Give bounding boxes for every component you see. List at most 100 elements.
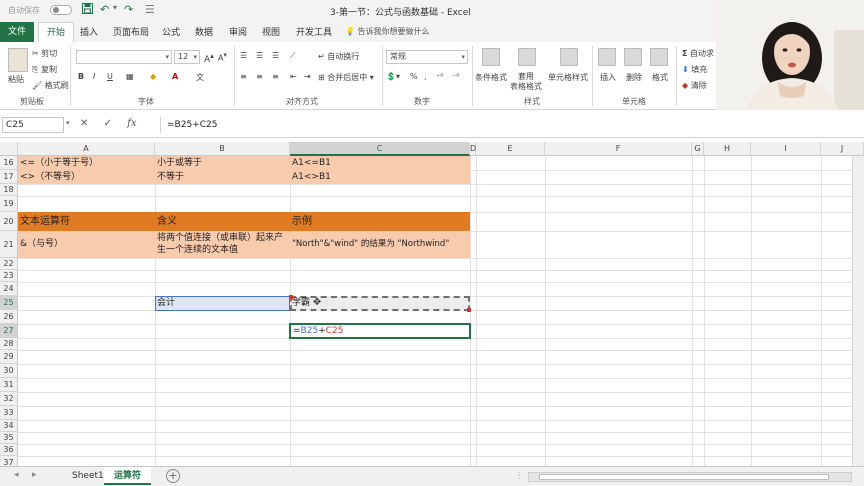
- number-format-combo[interactable]: 常规 ▾: [386, 50, 468, 64]
- phonetic-icon[interactable]: 文: [196, 72, 204, 83]
- format-table-icon[interactable]: [518, 48, 536, 66]
- undo-dropdown-icon[interactable]: ▾: [113, 3, 117, 12]
- align-center-icon[interactable]: ≡: [256, 72, 263, 81]
- increase-decimal-icon[interactable]: ⁺⁰: [436, 72, 443, 81]
- row-header-23[interactable]: 23: [0, 270, 18, 282]
- format-cells-icon[interactable]: [650, 48, 668, 66]
- column-header-c[interactable]: C: [290, 142, 470, 156]
- cell-c25[interactable]: 学霸 ✥: [290, 296, 470, 310]
- fill-button[interactable]: ⬇ 填充: [682, 64, 707, 75]
- tab-insert[interactable]: 插入: [80, 25, 98, 38]
- bold-button[interactable]: B: [78, 72, 84, 81]
- name-box-dropdown-icon[interactable]: ▾: [66, 119, 70, 127]
- percent-button[interactable]: %: [410, 72, 418, 81]
- worksheet-grid[interactable]: A B C D E F G H I J 16 17 18 19 20 21 22…: [0, 142, 864, 470]
- row-header-16[interactable]: 16: [0, 156, 18, 170]
- tab-developer[interactable]: 开发工具: [296, 25, 332, 38]
- align-right-icon[interactable]: ≡: [272, 72, 279, 81]
- align-middle-icon[interactable]: ☰: [256, 51, 263, 60]
- column-header-j[interactable]: J: [821, 142, 864, 156]
- indent-icon[interactable]: ⇤: [290, 72, 297, 81]
- row-header-25[interactable]: 25: [0, 296, 18, 310]
- comma-button[interactable]: ,: [424, 72, 427, 81]
- row-header-33[interactable]: 33: [0, 406, 18, 420]
- fill-color-icon[interactable]: ◆: [150, 72, 156, 81]
- font-name-combo[interactable]: ▾: [76, 50, 172, 64]
- enter-icon[interactable]: ✓: [104, 118, 112, 129]
- column-header-e[interactable]: E: [476, 142, 545, 156]
- cell-a20[interactable]: 文本运算符: [18, 212, 155, 231]
- decrease-decimal-icon[interactable]: ⁻⁰: [452, 72, 459, 81]
- clear-button[interactable]: ◆ 清除: [682, 80, 707, 91]
- column-header-b[interactable]: B: [155, 142, 290, 156]
- cell-b21[interactable]: 将两个值连接（或串联）起来产生一个连续的文本值: [155, 231, 290, 258]
- conditional-format-button[interactable]: 条件格式: [475, 72, 507, 83]
- row-header-21[interactable]: 21: [0, 231, 18, 258]
- cell-c17[interactable]: A1<>B1: [290, 170, 470, 184]
- name-box[interactable]: C25: [2, 117, 64, 133]
- column-header-a[interactable]: A: [18, 142, 155, 156]
- tab-formulas[interactable]: 公式: [162, 25, 180, 38]
- font-size-combo[interactable]: 12 ▾: [174, 50, 200, 64]
- redo-icon[interactable]: ↷: [124, 3, 133, 16]
- grow-font-icon[interactable]: A▴: [204, 51, 214, 65]
- italic-button[interactable]: I: [93, 72, 95, 81]
- row-header-30[interactable]: 30: [0, 364, 18, 378]
- merge-center-button[interactable]: ⊞ 合并后居中 ▾: [318, 72, 374, 83]
- cancel-icon[interactable]: ✕: [80, 118, 88, 129]
- tab-review[interactable]: 审阅: [229, 25, 247, 38]
- select-all-corner[interactable]: [0, 142, 18, 156]
- row-header-27[interactable]: 27: [0, 324, 18, 338]
- cell-styles-button[interactable]: 单元格样式: [548, 72, 588, 83]
- cell-c21[interactable]: "North"&"wind" 的结果为 "Northwind": [290, 231, 470, 258]
- border-icon[interactable]: ▦: [126, 72, 134, 81]
- insert-cells-icon[interactable]: [598, 48, 616, 66]
- outdent-icon[interactable]: ⇥: [304, 72, 311, 81]
- underline-button[interactable]: U: [107, 72, 113, 81]
- row-header-35[interactable]: 35: [0, 432, 18, 444]
- next-sheet-icon[interactable]: ▸: [32, 470, 37, 480]
- row-header-22[interactable]: 22: [0, 258, 18, 270]
- tab-view[interactable]: 视图: [262, 25, 280, 38]
- row-header-18[interactable]: 18: [0, 184, 18, 196]
- row-header-34[interactable]: 34: [0, 420, 18, 432]
- column-header-h[interactable]: H: [704, 142, 751, 156]
- row-header-20[interactable]: 20: [0, 212, 18, 231]
- add-sheet-icon[interactable]: +: [166, 469, 180, 483]
- row-header-26[interactable]: 26: [0, 310, 18, 324]
- formula-input[interactable]: =B25+C25: [160, 117, 860, 133]
- cell-b17[interactable]: 不等于: [155, 170, 290, 184]
- tab-split-handle[interactable]: ⋮: [515, 471, 523, 480]
- format-table-button[interactable]: 套用 表格格式: [510, 72, 542, 92]
- row-header-19[interactable]: 19: [0, 196, 18, 212]
- format-cells-button[interactable]: 格式: [652, 72, 668, 83]
- cell-b25[interactable]: 会计: [155, 296, 290, 310]
- row-header-31[interactable]: 31: [0, 378, 18, 392]
- tell-me-box[interactable]: 💡 告诉我你想要做什么: [345, 26, 430, 37]
- copy-button[interactable]: ⎘ 复制: [32, 64, 57, 75]
- tab-page-layout[interactable]: 页面布局: [113, 25, 149, 38]
- cell-a17[interactable]: <>（不等号）: [18, 170, 155, 184]
- cell-b20[interactable]: 含义: [155, 212, 290, 231]
- row-header-29[interactable]: 29: [0, 350, 18, 364]
- row-header-36[interactable]: 36: [0, 444, 18, 456]
- cut-button[interactable]: ✂ 剪切: [32, 48, 57, 59]
- tab-home[interactable]: 开始: [38, 22, 75, 42]
- tab-data[interactable]: 数据: [195, 25, 213, 38]
- autosave-toggle[interactable]: [50, 5, 72, 15]
- save-icon[interactable]: [82, 3, 93, 17]
- align-left-icon[interactable]: ≡: [240, 72, 247, 81]
- column-header-g[interactable]: G: [692, 142, 704, 156]
- column-header-i[interactable]: I: [751, 142, 821, 156]
- conditional-format-icon[interactable]: [482, 48, 500, 66]
- tab-file[interactable]: 文件: [0, 22, 34, 42]
- align-top-icon[interactable]: ☰: [240, 51, 247, 60]
- format-painter-button[interactable]: 🖌 格式刷: [32, 80, 69, 91]
- shrink-font-icon[interactable]: A▾: [218, 51, 227, 63]
- row-header-28[interactable]: 28: [0, 338, 18, 350]
- paste-button[interactable]: 粘贴: [8, 74, 24, 85]
- prev-sheet-icon[interactable]: ◂: [14, 470, 19, 480]
- touch-mode-icon[interactable]: ☰: [145, 3, 155, 16]
- wrap-text-button[interactable]: ↵ 自动换行: [318, 51, 359, 62]
- row-header-24[interactable]: 24: [0, 282, 18, 296]
